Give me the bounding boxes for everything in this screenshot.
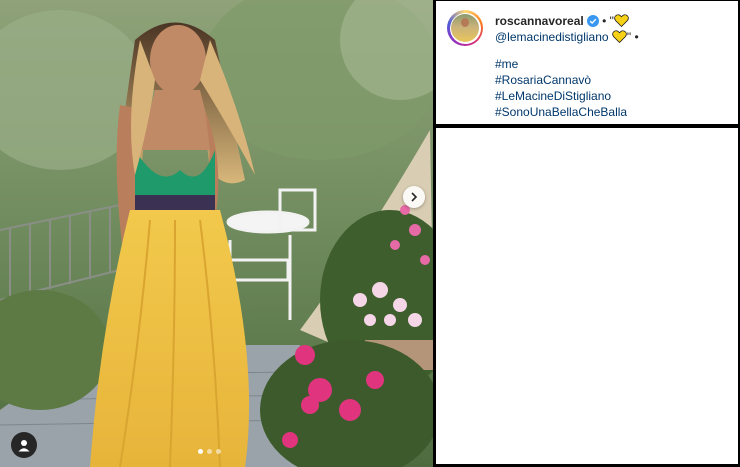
username-link[interactable]: roscannavoreal [495, 14, 584, 28]
yellow-heart-icon [614, 14, 629, 27]
blank-panel [436, 128, 738, 464]
separator: • [602, 14, 607, 28]
verified-badge-icon [586, 15, 599, 27]
caption-panel: roscannavoreal • " @lemacinedistigliano … [436, 1, 738, 124]
user-tag-button[interactable] [11, 432, 37, 458]
carousel-dot [216, 449, 221, 454]
chevron-right-icon [411, 192, 418, 202]
hashtag-list: #me #RosariaCannavò #LeMacineDiStigliano… [495, 56, 730, 120]
avatar-ring [449, 12, 481, 44]
carousel-next-button[interactable] [403, 186, 425, 208]
bullet: • [634, 30, 639, 44]
avatar-image [451, 14, 479, 42]
carousel-dot [198, 449, 203, 454]
hashtag-link[interactable]: #RosariaCannavò [495, 72, 730, 88]
mention-link[interactable]: @lemacinedistigliano [495, 30, 609, 44]
yellow-heart-icon [612, 30, 627, 43]
carousel-dots [198, 449, 221, 454]
avatar[interactable] [447, 10, 483, 46]
caption-text: roscannavoreal • " @lemacinedistigliano … [495, 13, 730, 120]
hashtag-link[interactable]: #SonoUnaBellaCheBalla [495, 104, 730, 120]
quote-close: " [626, 30, 632, 44]
hashtag-link[interactable]: #LeMacineDiStigliano [495, 88, 730, 104]
carousel-dot [207, 449, 212, 454]
user-tag-icon [18, 440, 30, 452]
post-photo[interactable] [0, 0, 433, 467]
hashtag-link[interactable]: #me [495, 56, 730, 72]
